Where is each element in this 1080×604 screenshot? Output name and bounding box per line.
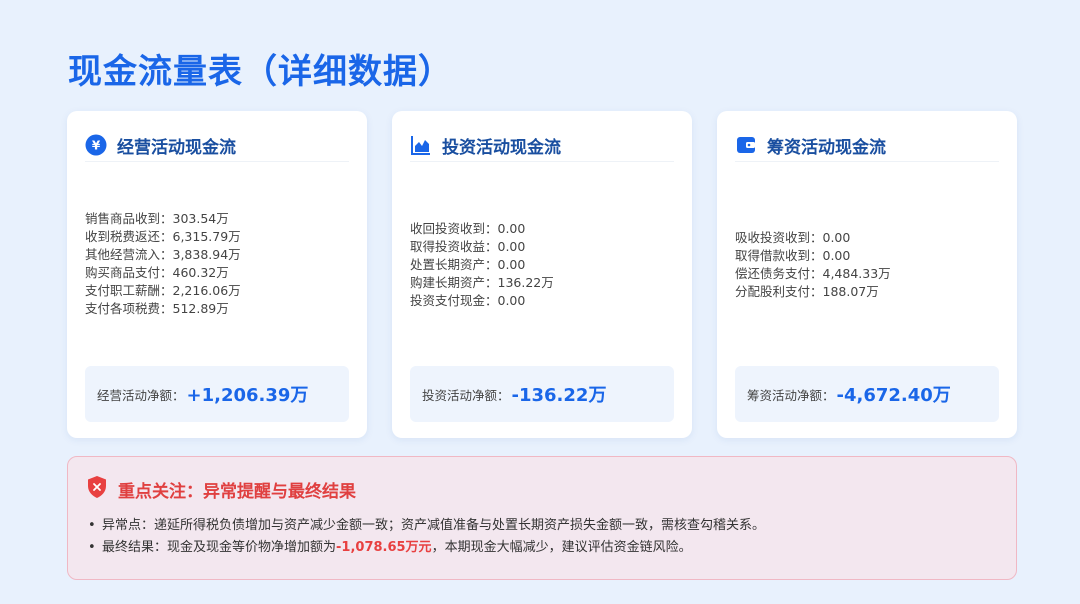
alert-header: 重点关注：异常提醒与最终结果 xyxy=(86,475,356,503)
card-header: 投资活动现金流 xyxy=(410,129,674,162)
net-label: 筹资活动净额： xyxy=(747,387,835,403)
result-prefix: 最终结果：现金及现金等价物净增加额为 xyxy=(102,540,337,555)
bullet: • xyxy=(88,540,96,555)
result-highlight: -1,078.65万元 xyxy=(336,540,432,555)
net-value: -4,672.40万 xyxy=(836,385,951,406)
list-item: 收回投资收到：0.00 xyxy=(410,221,526,236)
list-item: 支付各项税费：512.89万 xyxy=(85,301,229,316)
list-item: 收到税费返还：6,315.79万 xyxy=(85,229,241,244)
operating-line-list: 销售商品收到：303.54万 收到税费返还：6,315.79万 其他经营流入：3… xyxy=(85,210,349,318)
list-item: 处置长期资产：0.00 xyxy=(410,257,526,272)
alert-panel: 重点关注：异常提醒与最终结果 • 异常点：递延所得税负债增加与资产减少金额一致；资… xyxy=(67,456,1017,580)
card-header: ¥ 经营活动现金流 xyxy=(85,129,349,162)
operating-cashflow-card: ¥ 经营活动现金流 销售商品收到：303.54万 收到税费返还：6,315.79… xyxy=(67,111,367,438)
result-suffix: ，本期现金大幅减少，建议评估资金链风险。 xyxy=(431,540,692,555)
list-item: 投资支付现金：0.00 xyxy=(410,293,526,308)
investing-net-box: 投资活动净额： -136.22万 xyxy=(410,366,674,422)
list-item: 其他经营流入：3,838.94万 xyxy=(85,247,241,262)
alert-list: • 异常点：递延所得税负债增加与资产减少金额一致；资产减值准备与处置长期资产损失金… xyxy=(88,515,765,559)
list-item: 取得借款收到：0.00 xyxy=(735,248,851,263)
list-item: 购买商品支付：460.32万 xyxy=(85,265,229,280)
net-value: +1,206.39万 xyxy=(186,385,309,406)
svg-text:¥: ¥ xyxy=(92,139,101,153)
financing-net-box: 筹资活动净额： -4,672.40万 xyxy=(735,366,999,422)
list-item: • 异常点：递延所得税负债增加与资产减少金额一致；资产减值准备与处置长期资产损失金… xyxy=(88,515,765,537)
yen-circle-icon: ¥ xyxy=(85,134,107,156)
list-item: 购建长期资产：136.22万 xyxy=(410,275,554,290)
financing-line-list: 吸收投资收到：0.00 取得借款收到：0.00 偿还债务支付：4,484.33万… xyxy=(735,229,999,301)
list-item: 支付职工薪酬：2,216.06万 xyxy=(85,283,241,298)
operating-net-box: 经营活动净额： +1,206.39万 xyxy=(85,366,349,422)
list-item: 偿还债务支付：4,484.33万 xyxy=(735,266,891,281)
list-item: 取得投资收益：0.00 xyxy=(410,239,526,254)
shield-x-icon xyxy=(86,475,108,503)
card-title: 筹资活动现金流 xyxy=(767,137,886,158)
wallet-icon xyxy=(735,134,757,156)
net-label: 投资活动净额： xyxy=(422,387,510,403)
investing-cashflow-card: 投资活动现金流 收回投资收到：0.00 取得投资收益：0.00 处置长期资产：0… xyxy=(392,111,692,438)
card-title: 投资活动现金流 xyxy=(442,137,561,158)
list-item: • 最终结果：现金及现金等价物净增加额为-1,078.65万元，本期现金大幅减少，… xyxy=(88,537,765,559)
card-title: 经营活动现金流 xyxy=(117,137,236,158)
financing-cashflow-card: 筹资活动现金流 吸收投资收到：0.00 取得借款收到：0.00 偿还债务支付：4… xyxy=(717,111,1017,438)
page-title: 现金流量表（详细数据） xyxy=(68,52,453,92)
anomaly-text: 异常点：递延所得税负债增加与资产减少金额一致；资产减值准备与处置长期资产损失金额… xyxy=(102,518,766,533)
investing-line-list: 收回投资收到：0.00 取得投资收益：0.00 处置长期资产：0.00 购建长期… xyxy=(410,220,674,310)
alert-title: 重点关注：异常提醒与最终结果 xyxy=(118,481,356,502)
list-item: 分配股利支付：188.07万 xyxy=(735,284,879,299)
net-label: 经营活动净额： xyxy=(97,387,185,403)
list-item: 销售商品收到：303.54万 xyxy=(85,211,229,226)
card-header: 筹资活动现金流 xyxy=(735,129,999,162)
net-value: -136.22万 xyxy=(511,385,607,406)
list-item: 吸收投资收到：0.00 xyxy=(735,230,851,245)
area-chart-icon xyxy=(410,134,432,156)
bullet: • xyxy=(88,518,96,533)
